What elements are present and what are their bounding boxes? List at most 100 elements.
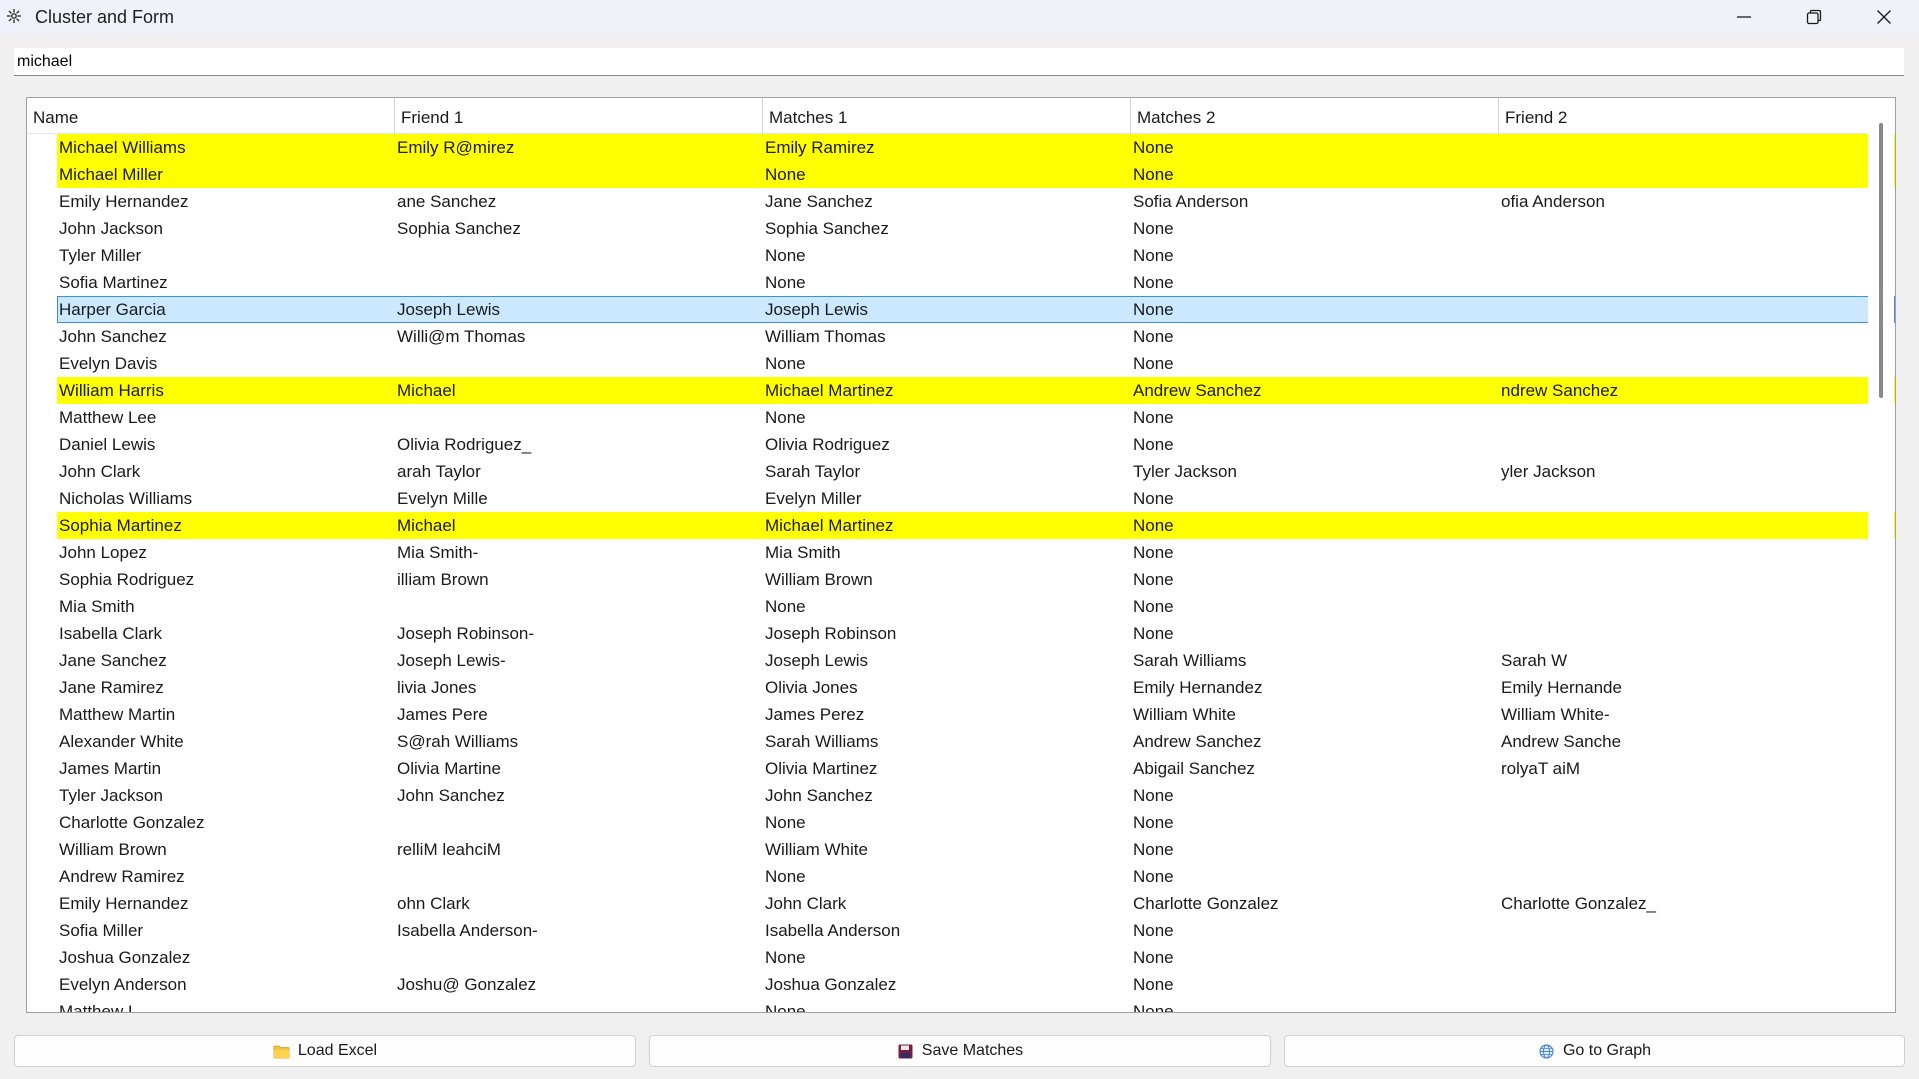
table-cell[interactable]: Sarah Williams xyxy=(1131,647,1499,674)
table-cell[interactable] xyxy=(1499,350,1867,377)
table-cell[interactable]: Sophia Rodriguez xyxy=(57,566,395,593)
table-cell[interactable]: None xyxy=(1131,512,1499,539)
table-cell[interactable]: Joseph Lewis- xyxy=(395,647,763,674)
table-cell[interactable]: Tyler Jackson xyxy=(57,782,395,809)
table-cell[interactable]: Tyler Miller xyxy=(57,242,395,269)
table-cell[interactable]: None xyxy=(1131,539,1499,566)
table-cell[interactable]: None xyxy=(1131,296,1499,323)
table-cell[interactable]: None xyxy=(1131,620,1499,647)
table-cell[interactable]: William Brown xyxy=(57,836,395,863)
table-cell[interactable]: None xyxy=(1131,971,1499,998)
table-cell[interactable]: ofia Anderson xyxy=(1499,188,1867,215)
table-cell[interactable] xyxy=(395,944,763,971)
table-cell[interactable]: Olivia Rodriguez_ xyxy=(395,431,763,458)
scrollbar-thumb[interactable] xyxy=(1879,123,1883,398)
table-row[interactable]: Tyler Miller None None xyxy=(57,242,1895,269)
table-cell[interactable]: Charlotte Gonzalez xyxy=(57,809,395,836)
table-cell[interactable]: None xyxy=(1131,431,1499,458)
table-row[interactable]: Jane Ramirez livia Jones Olivia Jones Emily… xyxy=(57,674,1895,701)
table-row[interactable]: Jane Sanchez Joseph Lewis- Joseph Lewis Sar… xyxy=(57,647,1895,674)
table-cell[interactable]: None xyxy=(763,863,1131,890)
table-cell[interactable]: Michael xyxy=(395,512,763,539)
table-row[interactable]: William Brown relliM leahciM William White… xyxy=(57,836,1895,863)
table-cell[interactable]: relliM leahciM xyxy=(395,836,763,863)
table-row[interactable]: Sofia Martinez None None xyxy=(57,269,1895,296)
table-row[interactable]: Tyler Jackson John Sanchez John Sanchez Non… xyxy=(57,782,1895,809)
table-cell[interactable] xyxy=(1499,242,1867,269)
table-cell[interactable]: Michael xyxy=(395,377,763,404)
table-cell[interactable]: John Sanchez xyxy=(395,782,763,809)
table-cell[interactable]: S@rah Williams xyxy=(395,728,763,755)
table-cell[interactable]: John Sanchez xyxy=(57,323,395,350)
table-cell[interactable]: Harper Garcia xyxy=(57,296,395,323)
table-cell[interactable]: None xyxy=(1131,134,1499,161)
table-cell[interactable]: None xyxy=(1131,566,1499,593)
load-excel-button[interactable]: Load Excel xyxy=(14,1035,636,1067)
table-cell[interactable]: Mia Smith xyxy=(57,593,395,620)
table-cell[interactable]: None xyxy=(763,350,1131,377)
table-cell[interactable]: William Brown xyxy=(763,566,1131,593)
table-cell[interactable]: None xyxy=(763,269,1131,296)
table-row[interactable]: John Lopez Mia Smith- Mia Smith None xyxy=(57,539,1895,566)
table-cell[interactable]: Isabella Anderson- xyxy=(395,917,763,944)
table-cell[interactable]: Abigail Sanchez xyxy=(1131,755,1499,782)
table-cell[interactable]: Alexander White xyxy=(57,728,395,755)
table-cell[interactable] xyxy=(395,161,763,188)
table-cell[interactable] xyxy=(1499,539,1867,566)
table-cell[interactable]: ndrew Sanchez xyxy=(1499,377,1867,404)
go-to-graph-button[interactable]: Go to Graph xyxy=(1284,1035,1905,1067)
table-cell[interactable]: Olivia Jones xyxy=(763,674,1131,701)
table-cell[interactable]: None xyxy=(1131,161,1499,188)
table-cell[interactable]: Andrew Ramirez xyxy=(57,863,395,890)
table-cell[interactable]: ohn Clark xyxy=(395,890,763,917)
search-input[interactable] xyxy=(14,48,1904,76)
table-cell[interactable]: Jane Sanchez xyxy=(57,647,395,674)
table-cell[interactable] xyxy=(395,809,763,836)
table-cell[interactable]: None xyxy=(1131,998,1499,1012)
table-cell[interactable]: None xyxy=(1131,215,1499,242)
table-cell[interactable]: ane Sanchez xyxy=(395,188,763,215)
table-cell[interactable]: Matthew Lee xyxy=(57,404,395,431)
table-row[interactable]: Isabella Clark Joseph Robinson- Joseph Rob… xyxy=(57,620,1895,647)
minimize-button[interactable] xyxy=(1709,0,1779,34)
table-cell[interactable] xyxy=(1499,863,1867,890)
table-cell[interactable]: Andrew Sanchez xyxy=(1131,728,1499,755)
table-cell[interactable] xyxy=(1499,269,1867,296)
table-cell[interactable] xyxy=(1499,404,1867,431)
table-row[interactable]: Michael Miller None None xyxy=(57,161,1895,188)
table-row[interactable]: Matthew L None None xyxy=(57,998,1895,1012)
table-cell[interactable] xyxy=(1499,323,1867,350)
table-row[interactable]: Nicholas Williams Evelyn Mille Evelyn Mill… xyxy=(57,485,1895,512)
table-row[interactable]: William Harris Michael Michael Martinez And… xyxy=(57,377,1895,404)
table-cell[interactable]: None xyxy=(1131,485,1499,512)
table-cell[interactable]: Nicholas Williams xyxy=(57,485,395,512)
table-cell[interactable]: None xyxy=(1131,782,1499,809)
table-cell[interactable] xyxy=(1499,944,1867,971)
table-cell[interactable]: yler Jackson xyxy=(1499,458,1867,485)
table-cell[interactable]: Sofia Miller xyxy=(57,917,395,944)
table-cell[interactable] xyxy=(1499,296,1867,323)
table-cell[interactable]: Joseph Robinson- xyxy=(395,620,763,647)
table-cell[interactable]: John Jackson xyxy=(57,215,395,242)
table-row[interactable]: Harper Garcia Joseph Lewis Joseph Lewis Non… xyxy=(57,296,1895,323)
table-cell[interactable] xyxy=(1499,782,1867,809)
table-cell[interactable] xyxy=(1499,485,1867,512)
table-cell[interactable]: None xyxy=(1131,350,1499,377)
table-cell[interactable] xyxy=(1499,971,1867,998)
table-cell[interactable]: Sarah Taylor xyxy=(763,458,1131,485)
table-row[interactable]: Joshua Gonzalez None None xyxy=(57,944,1895,971)
table-cell[interactable]: Michael Williams xyxy=(57,134,395,161)
table-cell[interactable]: Joshua Gonzalez xyxy=(57,944,395,971)
table-row[interactable]: Evelyn Anderson Joshu@ Gonzalez Joshua Gon… xyxy=(57,971,1895,998)
table-cell[interactable]: Sofia Anderson xyxy=(1131,188,1499,215)
table-cell[interactable]: None xyxy=(1131,242,1499,269)
table-row[interactable]: Sophia Martinez Michael Michael Martinez No… xyxy=(57,512,1895,539)
table-cell[interactable] xyxy=(395,242,763,269)
table-row[interactable]: Andrew Ramirez None None xyxy=(57,863,1895,890)
table-cell[interactable]: William Harris xyxy=(57,377,395,404)
table-cell[interactable]: None xyxy=(1131,917,1499,944)
matches-table[interactable]: Name Friend 1 Matches 1 Matches 2 Friend… xyxy=(26,97,1896,1013)
table-cell[interactable]: Jane Ramirez xyxy=(57,674,395,701)
table-cell[interactable]: Michael Martinez xyxy=(763,377,1131,404)
table-cell[interactable] xyxy=(1499,431,1867,458)
